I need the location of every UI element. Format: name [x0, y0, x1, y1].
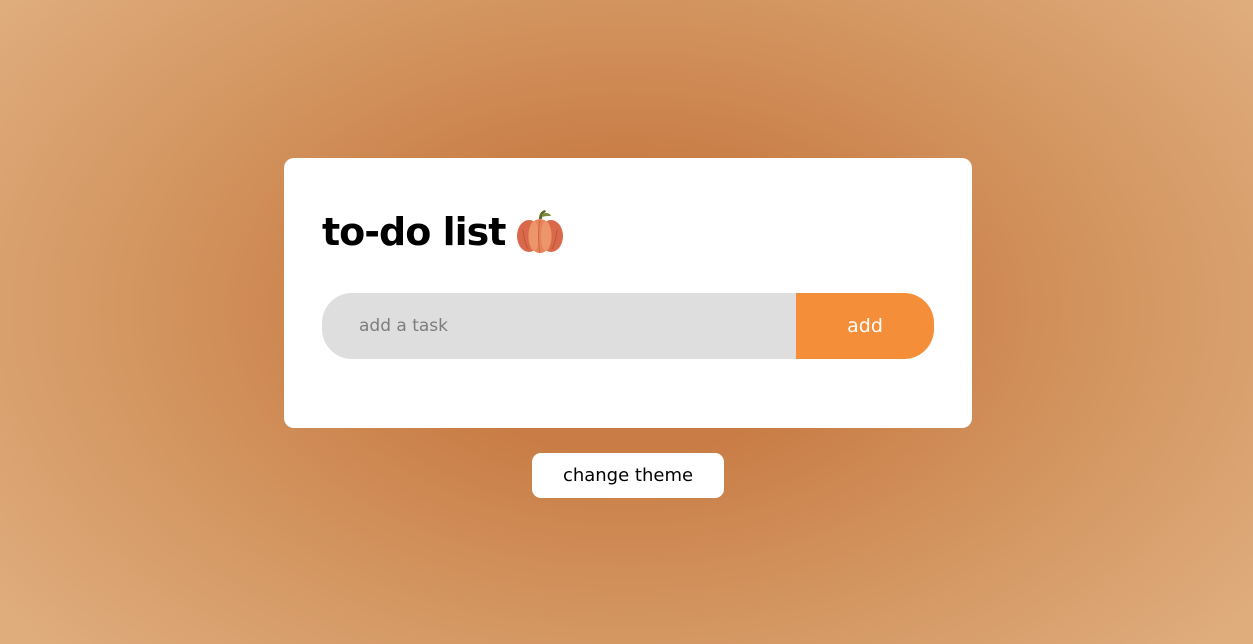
add-task-button[interactable]: add — [796, 293, 934, 359]
page-title: to-do list — [322, 210, 506, 254]
task-input[interactable] — [322, 293, 796, 359]
add-task-form: add — [322, 293, 934, 359]
pumpkin-icon — [515, 208, 565, 256]
todo-card: to-do list add — [284, 158, 972, 428]
title-row: to-do list — [322, 204, 565, 260]
change-theme-button[interactable]: change theme — [532, 453, 724, 498]
